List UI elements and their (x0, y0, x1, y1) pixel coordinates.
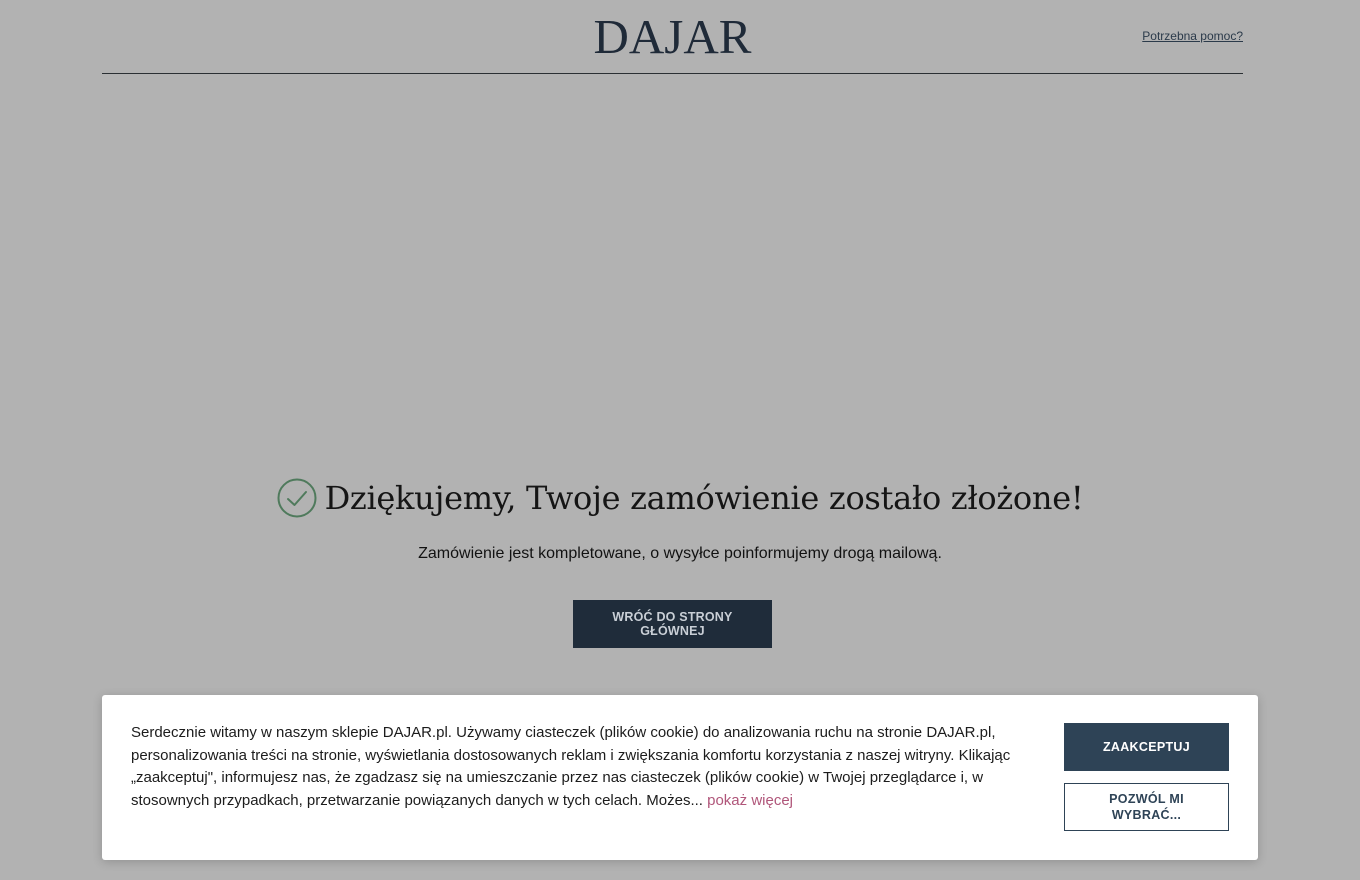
show-more-link[interactable]: pokaż więcej (707, 792, 793, 809)
check-circle-icon (277, 478, 317, 518)
confirmation-subtitle: Zamówienie jest kompletowane, o wysyłce … (418, 545, 942, 562)
back-to-home-button[interactable]: WRÓĆ DO STRONY GŁÓWNEJ (573, 600, 772, 648)
cookie-text: Serdecznie witamy w naszym sklepie DAJAR… (131, 722, 1031, 812)
cookie-banner: Serdecznie witamy w naszym sklepie DAJAR… (102, 695, 1258, 860)
accept-cookies-button[interactable]: ZAAKCEPTUJ (1064, 723, 1229, 771)
dajar-logo[interactable]: DAJAR (102, 11, 1243, 63)
choose-cookies-button[interactable]: POZWÓL MI WYBRAĆ... (1064, 783, 1229, 831)
help-link[interactable]: Potrzebna pomoc? (1142, 29, 1243, 43)
cookie-description: Serdecznie witamy w naszym sklepie DAJAR… (131, 724, 1011, 809)
confirmation-heading: Dziękujemy, Twoje zamówienie zostało zło… (0, 476, 1360, 520)
page-title: Dziękujemy, Twoje zamówienie zostało zło… (324, 479, 1084, 517)
site-header: DAJAR Potrzebna pomoc? (102, 0, 1243, 74)
